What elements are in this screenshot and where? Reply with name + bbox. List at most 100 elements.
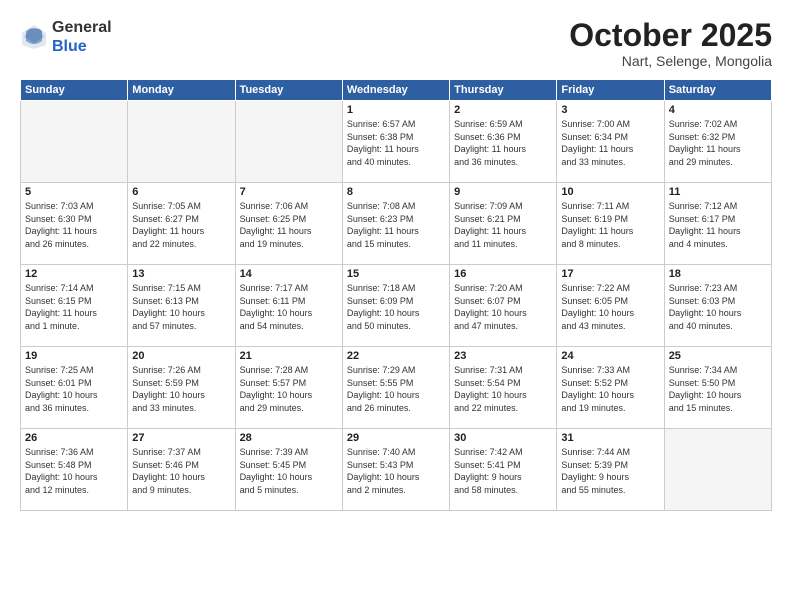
day-info: Sunrise: 7:37 AM Sunset: 5:46 PM Dayligh… xyxy=(132,446,230,496)
calendar-header-row: Sunday Monday Tuesday Wednesday Thursday… xyxy=(21,80,772,101)
table-row: 4Sunrise: 7:02 AM Sunset: 6:32 PM Daylig… xyxy=(664,101,771,183)
table-row: 29Sunrise: 7:40 AM Sunset: 5:43 PM Dayli… xyxy=(342,429,449,511)
day-number: 22 xyxy=(347,350,445,362)
header: General Blue October 2025 Nart, Selenge,… xyxy=(20,18,772,69)
col-thursday: Thursday xyxy=(450,80,557,101)
day-info: Sunrise: 7:25 AM Sunset: 6:01 PM Dayligh… xyxy=(25,364,123,414)
table-row: 8Sunrise: 7:08 AM Sunset: 6:23 PM Daylig… xyxy=(342,183,449,265)
day-number: 7 xyxy=(240,186,338,198)
day-info: Sunrise: 7:11 AM Sunset: 6:19 PM Dayligh… xyxy=(561,200,659,250)
day-info: Sunrise: 7:39 AM Sunset: 5:45 PM Dayligh… xyxy=(240,446,338,496)
day-number: 20 xyxy=(132,350,230,362)
table-row: 7 Sunrise: 7:06 AM Sunset: 6:25 PM Daylig… xyxy=(235,183,342,265)
table-row: 28 Sunrise: 7:39 AM Sunset: 5:45 PM Dayli… xyxy=(235,429,342,511)
day-info: Sunrise: 7:06 AM Sunset: 6:25 PM Dayligh… xyxy=(240,200,338,250)
calendar: Sunday Monday Tuesday Wednesday Thursday… xyxy=(20,79,772,511)
table-row: 14 Sunrise: 7:17 AM Sunset: 6:11 PM Dayli… xyxy=(235,265,342,347)
day-info: Sunrise: 7:15 AM Sunset: 6:13 PM Dayligh… xyxy=(132,282,230,332)
day-number: 25 xyxy=(669,350,767,362)
table-row: 24Sunrise: 7:33 AM Sunset: 5:52 PM Dayli… xyxy=(557,347,664,429)
page: General Blue October 2025 Nart, Selenge,… xyxy=(0,0,792,612)
day-number: 3 xyxy=(561,104,659,116)
day-number: 9 xyxy=(454,186,552,198)
table-row: 2 Sunrise: 6:59 AM Sunset: 6:36 PM Daylig… xyxy=(450,101,557,183)
day-number: 14 xyxy=(240,268,338,280)
day-number: 6 xyxy=(132,186,230,198)
day-number: 11 xyxy=(669,186,767,198)
day-number: 24 xyxy=(561,350,659,362)
day-number: 28 xyxy=(240,432,338,444)
day-number: 30 xyxy=(454,432,552,444)
table-row: 12 Sunrise: 7:14 AM Sunset: 6:15 PM Dayli… xyxy=(21,265,128,347)
col-saturday: Saturday xyxy=(664,80,771,101)
table-row xyxy=(664,429,771,511)
day-info: Sunrise: 7:28 AM Sunset: 5:57 PM Dayligh… xyxy=(240,364,338,414)
logo-icon xyxy=(20,23,48,51)
table-row: 20Sunrise: 7:26 AM Sunset: 5:59 PM Dayli… xyxy=(128,347,235,429)
day-info: Sunrise: 7:09 AM Sunset: 6:21 PM Dayligh… xyxy=(454,200,552,250)
logo-blue: Blue xyxy=(52,37,112,56)
table-row: 22 Sunrise: 7:29 AM Sunset: 5:55 PM Dayli… xyxy=(342,347,449,429)
table-row xyxy=(235,101,342,183)
day-number: 13 xyxy=(132,268,230,280)
table-row: 6Sunrise: 7:05 AM Sunset: 6:27 PM Daylig… xyxy=(128,183,235,265)
day-info: Sunrise: 7:03 AM Sunset: 6:30 PM Dayligh… xyxy=(25,200,123,250)
table-row: 26 Sunrise: 7:36 AM Sunset: 5:48 PM Dayli… xyxy=(21,429,128,511)
table-row: 31 Sunrise: 7:44 AM Sunset: 5:39 PM Dayli… xyxy=(557,429,664,511)
table-row: 19 Sunrise: 7:25 AM Sunset: 6:01 PM Dayli… xyxy=(21,347,128,429)
table-row: 23 Sunrise: 7:31 AM Sunset: 5:54 PM Dayli… xyxy=(450,347,557,429)
day-number: 15 xyxy=(347,268,445,280)
day-info: Sunrise: 7:23 AM Sunset: 6:03 PM Dayligh… xyxy=(669,282,767,332)
day-number: 23 xyxy=(454,350,552,362)
calendar-week-row: 19 Sunrise: 7:25 AM Sunset: 6:01 PM Dayli… xyxy=(21,347,772,429)
logo: General Blue xyxy=(20,18,112,56)
table-row: 1Sunrise: 6:57 AM Sunset: 6:38 PM Daylig… xyxy=(342,101,449,183)
day-info: Sunrise: 7:22 AM Sunset: 6:05 PM Dayligh… xyxy=(561,282,659,332)
day-info: Sunrise: 7:44 AM Sunset: 5:39 PM Dayligh… xyxy=(561,446,659,496)
table-row xyxy=(128,101,235,183)
day-number: 21 xyxy=(240,350,338,362)
day-info: Sunrise: 7:17 AM Sunset: 6:11 PM Dayligh… xyxy=(240,282,338,332)
day-number: 18 xyxy=(669,268,767,280)
day-info: Sunrise: 7:00 AM Sunset: 6:34 PM Dayligh… xyxy=(561,118,659,168)
day-number: 26 xyxy=(25,432,123,444)
col-sunday: Sunday xyxy=(21,80,128,101)
col-tuesday: Tuesday xyxy=(235,80,342,101)
day-info: Sunrise: 7:34 AM Sunset: 5:50 PM Dayligh… xyxy=(669,364,767,414)
table-row: 9 Sunrise: 7:09 AM Sunset: 6:21 PM Daylig… xyxy=(450,183,557,265)
day-number: 5 xyxy=(25,186,123,198)
day-number: 8 xyxy=(347,186,445,198)
table-row xyxy=(21,101,128,183)
day-number: 31 xyxy=(561,432,659,444)
table-row: 15 Sunrise: 7:18 AM Sunset: 6:09 PM Dayli… xyxy=(342,265,449,347)
calendar-week-row: 5 Sunrise: 7:03 AM Sunset: 6:30 PM Daylig… xyxy=(21,183,772,265)
day-info: Sunrise: 7:14 AM Sunset: 6:15 PM Dayligh… xyxy=(25,282,123,332)
col-wednesday: Wednesday xyxy=(342,80,449,101)
day-number: 16 xyxy=(454,268,552,280)
table-row: 3 Sunrise: 7:00 AM Sunset: 6:34 PM Daylig… xyxy=(557,101,664,183)
day-info: Sunrise: 7:02 AM Sunset: 6:32 PM Dayligh… xyxy=(669,118,767,168)
table-row: 18 Sunrise: 7:23 AM Sunset: 6:03 PM Dayli… xyxy=(664,265,771,347)
day-info: Sunrise: 7:20 AM Sunset: 6:07 PM Dayligh… xyxy=(454,282,552,332)
location: Nart, Selenge, Mongolia xyxy=(569,53,772,69)
logo-general: General xyxy=(52,18,112,37)
table-row: 21 Sunrise: 7:28 AM Sunset: 5:57 PM Dayli… xyxy=(235,347,342,429)
day-info: Sunrise: 7:36 AM Sunset: 5:48 PM Dayligh… xyxy=(25,446,123,496)
table-row: 13 Sunrise: 7:15 AM Sunset: 6:13 PM Dayli… xyxy=(128,265,235,347)
day-info: Sunrise: 7:12 AM Sunset: 6:17 PM Dayligh… xyxy=(669,200,767,250)
day-info: Sunrise: 7:18 AM Sunset: 6:09 PM Dayligh… xyxy=(347,282,445,332)
day-info: Sunrise: 7:29 AM Sunset: 5:55 PM Dayligh… xyxy=(347,364,445,414)
table-row: 30 Sunrise: 7:42 AM Sunset: 5:41 PM Dayli… xyxy=(450,429,557,511)
title-block: October 2025 Nart, Selenge, Mongolia xyxy=(569,18,772,69)
calendar-week-row: 26 Sunrise: 7:36 AM Sunset: 5:48 PM Dayli… xyxy=(21,429,772,511)
day-number: 19 xyxy=(25,350,123,362)
day-number: 2 xyxy=(454,104,552,116)
col-monday: Monday xyxy=(128,80,235,101)
day-number: 1 xyxy=(347,104,445,116)
day-info: Sunrise: 6:59 AM Sunset: 6:36 PM Dayligh… xyxy=(454,118,552,168)
day-info: Sunrise: 7:42 AM Sunset: 5:41 PM Dayligh… xyxy=(454,446,552,496)
day-number: 12 xyxy=(25,268,123,280)
calendar-week-row: 12 Sunrise: 7:14 AM Sunset: 6:15 PM Dayli… xyxy=(21,265,772,347)
day-number: 10 xyxy=(561,186,659,198)
day-info: Sunrise: 7:31 AM Sunset: 5:54 PM Dayligh… xyxy=(454,364,552,414)
